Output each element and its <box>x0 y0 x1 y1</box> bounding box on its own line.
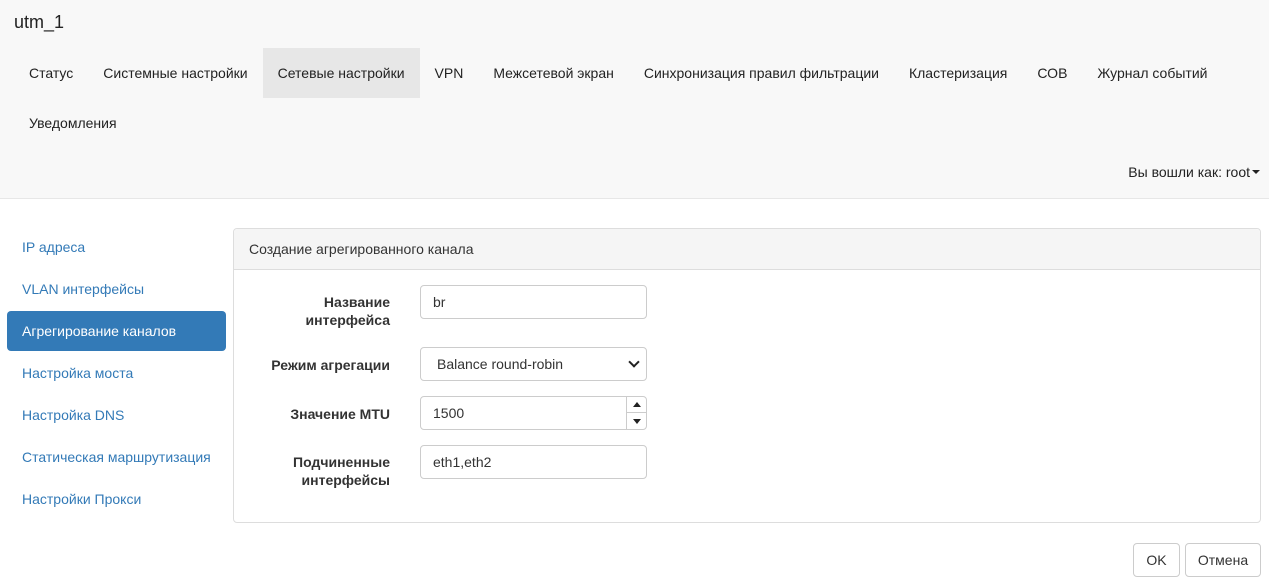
nav-item-event-log[interactable]: Журнал событий <box>1082 48 1222 98</box>
user-menu-label: Вы вошли как: root <box>1128 164 1250 180</box>
mtu-decrement-button[interactable] <box>627 413 646 429</box>
chevron-down-icon <box>628 356 640 368</box>
nav-item-firewall[interactable]: Межсетевой экран <box>478 48 629 98</box>
sidebar-item-link-aggregation[interactable]: Агрегирование каналов <box>7 311 226 351</box>
top-navbar: utm_1 Статус Системные настройки Сетевые… <box>0 0 1269 199</box>
app-title[interactable]: utm_1 <box>14 12 64 33</box>
mtu-increment-button[interactable] <box>627 397 646 413</box>
ok-button[interactable]: OK <box>1133 543 1180 577</box>
nav-item-vpn[interactable]: VPN <box>420 48 479 98</box>
nav-item-notifications[interactable]: Уведомления <box>14 98 132 148</box>
sidebar-item-vlan-interfaces[interactable]: VLAN интерфейсы <box>7 269 226 309</box>
aggregation-form-panel: Создание агрегированного канала Название… <box>233 228 1261 523</box>
slave-interfaces-label: Подчиненные интерфейсы <box>293 454 390 488</box>
main-nav-row-1: Статус Системные настройки Сетевые настр… <box>14 48 1222 98</box>
interface-name-label: Название интерфейса <box>305 294 390 328</box>
main-nav-row-2: Уведомления <box>14 98 132 148</box>
mtu-spin-buttons <box>626 397 646 429</box>
sidebar-item-static-routing[interactable]: Статическая маршрутизация <box>7 437 226 477</box>
caret-down-icon <box>1252 170 1260 174</box>
mtu-stepper[interactable]: 1500 <box>420 396 647 430</box>
slave-interfaces-input[interactable]: eth1,eth2 <box>420 445 647 479</box>
nav-item-status[interactable]: Статус <box>14 48 88 98</box>
aggregation-mode-label: Режим агрегации <box>271 357 390 373</box>
user-menu[interactable]: Вы вошли как: root <box>1128 164 1260 180</box>
nav-item-system-settings[interactable]: Системные настройки <box>88 48 262 98</box>
panel-title: Создание агрегированного канала <box>234 229 1260 270</box>
nav-item-clustering[interactable]: Кластеризация <box>894 48 1022 98</box>
nav-item-filter-rules-sync[interactable]: Синхронизация правил фильтрации <box>629 48 894 98</box>
sidebar-item-ip-addresses[interactable]: IP адреса <box>7 227 226 267</box>
sidebar-item-proxy-settings[interactable]: Настройки Прокси <box>7 479 226 519</box>
mtu-value: 1500 <box>433 405 465 421</box>
sidebar-item-bridge-settings[interactable]: Настройка моста <box>7 353 226 393</box>
interface-name-input[interactable]: br <box>420 285 647 319</box>
nav-item-network-settings[interactable]: Сетевые настройки <box>262 48 420 98</box>
triangle-up-icon <box>632 402 641 407</box>
sidebar-item-dns-settings[interactable]: Настройка DNS <box>7 395 226 435</box>
triangle-down-icon <box>632 418 641 424</box>
sidebar: IP адреса VLAN интерфейсы Агрегирование … <box>7 227 226 521</box>
cancel-button[interactable]: Отмена <box>1185 543 1261 577</box>
mtu-label: Значение MTU <box>290 406 390 422</box>
aggregation-mode-select[interactable]: Balance round-robin <box>420 347 647 381</box>
nav-item-ids[interactable]: СОВ <box>1022 48 1082 98</box>
aggregation-mode-value: Balance round-robin <box>437 356 564 372</box>
